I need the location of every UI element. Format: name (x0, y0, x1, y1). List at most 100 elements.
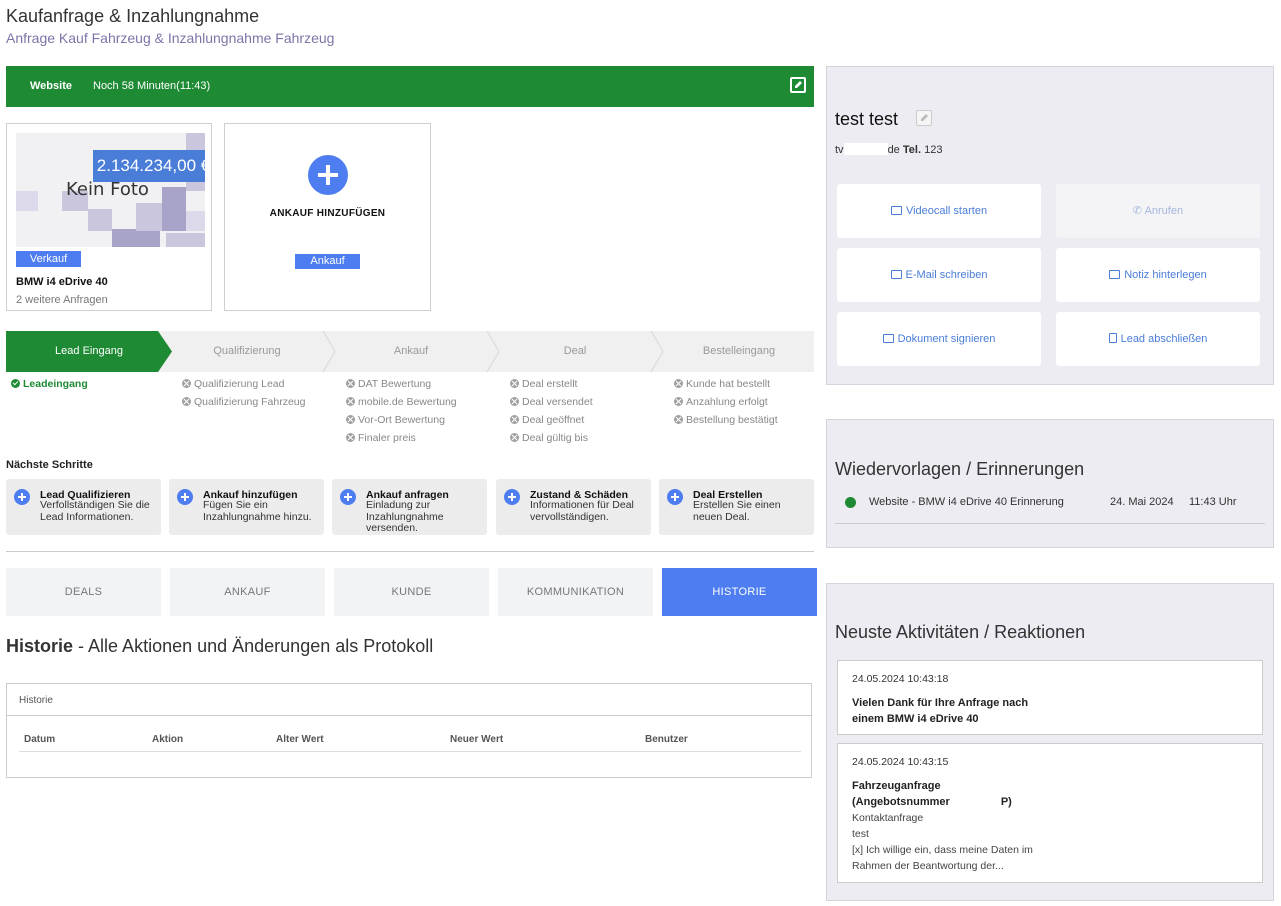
next-steps-title: Nächste Schritte (6, 459, 93, 471)
lead-status-bar: Website Noch 58 Minuten(11:43) (6, 66, 814, 107)
phone-icon: ✆ (1132, 205, 1145, 217)
column-header[interactable]: Neuer Wert (450, 734, 503, 745)
history-title-bold: Historie (6, 636, 74, 656)
step-separator-icon (650, 331, 664, 372)
page-subtitle: Anfrage Kauf Fahrzeug & Inzahlungnahme F… (6, 30, 335, 46)
page-title: Kaufanfrage & Inzahlungnahme (6, 6, 260, 26)
x-circle-icon (346, 415, 355, 424)
next-step-lead-qualifizieren[interactable]: Lead Qualifizieren Verfollständigen Sie … (6, 479, 161, 535)
email-button[interactable]: E-Mail schreiben (837, 248, 1041, 302)
check-item: Deal geöffnet (522, 414, 585, 426)
plus-icon (177, 489, 193, 505)
step-separator-icon (486, 331, 500, 372)
step-bestelleingang[interactable]: Bestelleingang (664, 331, 814, 372)
contact-name: test test (835, 109, 899, 129)
next-step-desc: Fügen Sie ein Inzahlungnahme hinzu. (203, 499, 312, 523)
call-button[interactable]: ✆ Anrufen (1056, 184, 1260, 238)
history-table: Historie Datum Aktion Alter Wert Neuer W… (6, 683, 812, 778)
activity-headline-part: (Angebotsnummer (852, 796, 950, 808)
check-item: Deal gültig bis (522, 432, 588, 444)
plus-icon (340, 489, 356, 505)
sale-tag: Verkauf (16, 251, 81, 267)
edit-icon[interactable] (790, 77, 806, 93)
add-trade-in-label: ANKAUF HINZUFÜGEN (269, 208, 386, 219)
reminder-time: 11:43 Uhr (1189, 496, 1237, 508)
tab-kunde[interactable]: KUNDE (334, 568, 489, 616)
close-lead-label: Lead abschließen (1120, 333, 1208, 345)
close-lead-button[interactable]: Lead abschließen (1056, 312, 1260, 366)
vehicle-price: 2.134.234,00 € (93, 150, 205, 182)
divider (6, 551, 814, 552)
column-header[interactable]: Benutzer (645, 734, 688, 745)
plus-icon (14, 489, 30, 505)
activity-item[interactable]: 24.05.2024 10:43:15 Fahrzeuganfrage (Ang… (837, 743, 1263, 883)
check-item: mobile.de Bewertung (358, 396, 457, 408)
check-item: Deal versendet (522, 396, 593, 408)
tel-label: Tel. (902, 144, 922, 156)
x-circle-icon (674, 379, 683, 388)
contact-email-prefix: tv (835, 144, 844, 156)
check-item: Anzahlung erfolgt (686, 396, 768, 408)
tab-ankauf[interactable]: ANKAUF (170, 568, 325, 616)
next-step-deal-erstellen[interactable]: Deal Erstellen Erstellen Sie einen neuen… (659, 479, 814, 535)
redacted-block (843, 143, 888, 155)
activity-line: Kontaktanfrage (852, 812, 924, 824)
contact-email-suffix: de (887, 144, 900, 156)
x-circle-icon (346, 379, 355, 388)
activity-item[interactable]: 24.05.2024 10:43:18 Vielen Dank für Ihre… (837, 660, 1263, 735)
x-circle-icon (510, 433, 519, 442)
reminders-panel: Wiedervorlagen / Erinnerungen Website - … (826, 419, 1274, 548)
no-photo-text: Kein Foto (66, 179, 149, 200)
tab-historie[interactable]: HISTORIE (662, 568, 817, 616)
contact-panel: test test tv de Tel. 123 Videocall starte… (826, 66, 1274, 385)
x-circle-icon (510, 379, 519, 388)
note-icon (1109, 270, 1121, 279)
activity-line: Rahmen der Beantwortung der... (852, 860, 1004, 872)
next-step-desc: Informationen für Deal vervollständigen. (530, 499, 634, 523)
x-circle-icon (182, 397, 191, 406)
activities-panel: Neuste Aktivitäten / Reaktionen 24.05.20… (826, 583, 1274, 901)
next-step-ankauf-anfragen[interactable]: Ankauf anfragen Einladung zur Inzahlungn… (332, 479, 487, 535)
checklist-bestellung: Kunde hat bestellt Anzahlung erfolgt Bes… (674, 378, 778, 432)
sign-document-button[interactable]: Dokument signieren (837, 312, 1041, 366)
step-lead-eingang[interactable]: Lead Eingang (6, 331, 172, 372)
column-header[interactable]: Datum (24, 734, 55, 745)
next-step-zustand-schaeden[interactable]: Zustand & Schäden Informationen für Deal… (496, 479, 651, 535)
plus-icon (667, 489, 683, 505)
lead-timer: Noch 58 Minuten(11:43) (93, 80, 211, 92)
step-ankauf[interactable]: Ankauf (336, 331, 486, 372)
next-step-desc: Verfollständigen Sie die Lead Informatio… (40, 499, 150, 523)
activity-timestamp: 24.05.2024 10:43:15 (852, 756, 949, 768)
contact-details: tv de Tel. 123 (835, 143, 942, 156)
tab-kommunikation[interactable]: KOMMUNIKATION (498, 568, 653, 616)
videocall-button[interactable]: Videocall starten (837, 184, 1041, 238)
check-item: Qualifizierung Lead (194, 378, 285, 390)
reminder-item[interactable]: Website - BMW i4 eDrive 40 Erinnerung 24… (835, 494, 1265, 524)
next-step-ankauf-hinzufuegen[interactable]: Ankauf hinzufügen Fügen Sie ein Inzahlun… (169, 479, 324, 535)
reminders-title: Wiedervorlagen / Erinnerungen (835, 459, 1085, 479)
check-done-icon (11, 379, 20, 388)
vehicle-card[interactable]: Kein Foto 2.134.234,00 € Verkauf BMW i4 … (6, 123, 212, 311)
contact-phone: 123 (924, 144, 943, 156)
check-item: DAT Bewertung (358, 378, 432, 390)
tab-deals[interactable]: DEALS (6, 568, 161, 616)
x-circle-icon (346, 397, 355, 406)
note-button[interactable]: Notiz hinterlegen (1056, 248, 1260, 302)
column-header[interactable]: Alter Wert (276, 734, 324, 745)
more-requests-link[interactable]: 2 weitere Anfragen (16, 294, 108, 306)
edit-icon[interactable] (916, 110, 932, 126)
lead-source: Website (30, 80, 72, 92)
activities-title: Neuste Aktivitäten / Reaktionen (835, 622, 1086, 642)
step-deal[interactable]: Deal (500, 331, 650, 372)
step-qualifizierung[interactable]: Qualifizierung (172, 331, 322, 372)
x-circle-icon (510, 397, 519, 406)
column-header[interactable]: Aktion (152, 734, 183, 745)
check-item: Deal erstellt (522, 378, 578, 390)
activity-headline-part: P) (1000, 796, 1012, 808)
reminder-text: Website - BMW i4 eDrive 40 Erinnerung (869, 496, 1064, 508)
history-title: Historie - Alle Aktionen und Änderungen … (6, 636, 433, 657)
plus-circle-icon (308, 155, 348, 195)
check-item: Qualifizierung Fahrzeug (194, 396, 306, 408)
email-label: E-Mail schreiben (905, 269, 988, 281)
add-trade-in-card[interactable]: ANKAUF HINZUFÜGEN Ankauf (224, 123, 431, 311)
